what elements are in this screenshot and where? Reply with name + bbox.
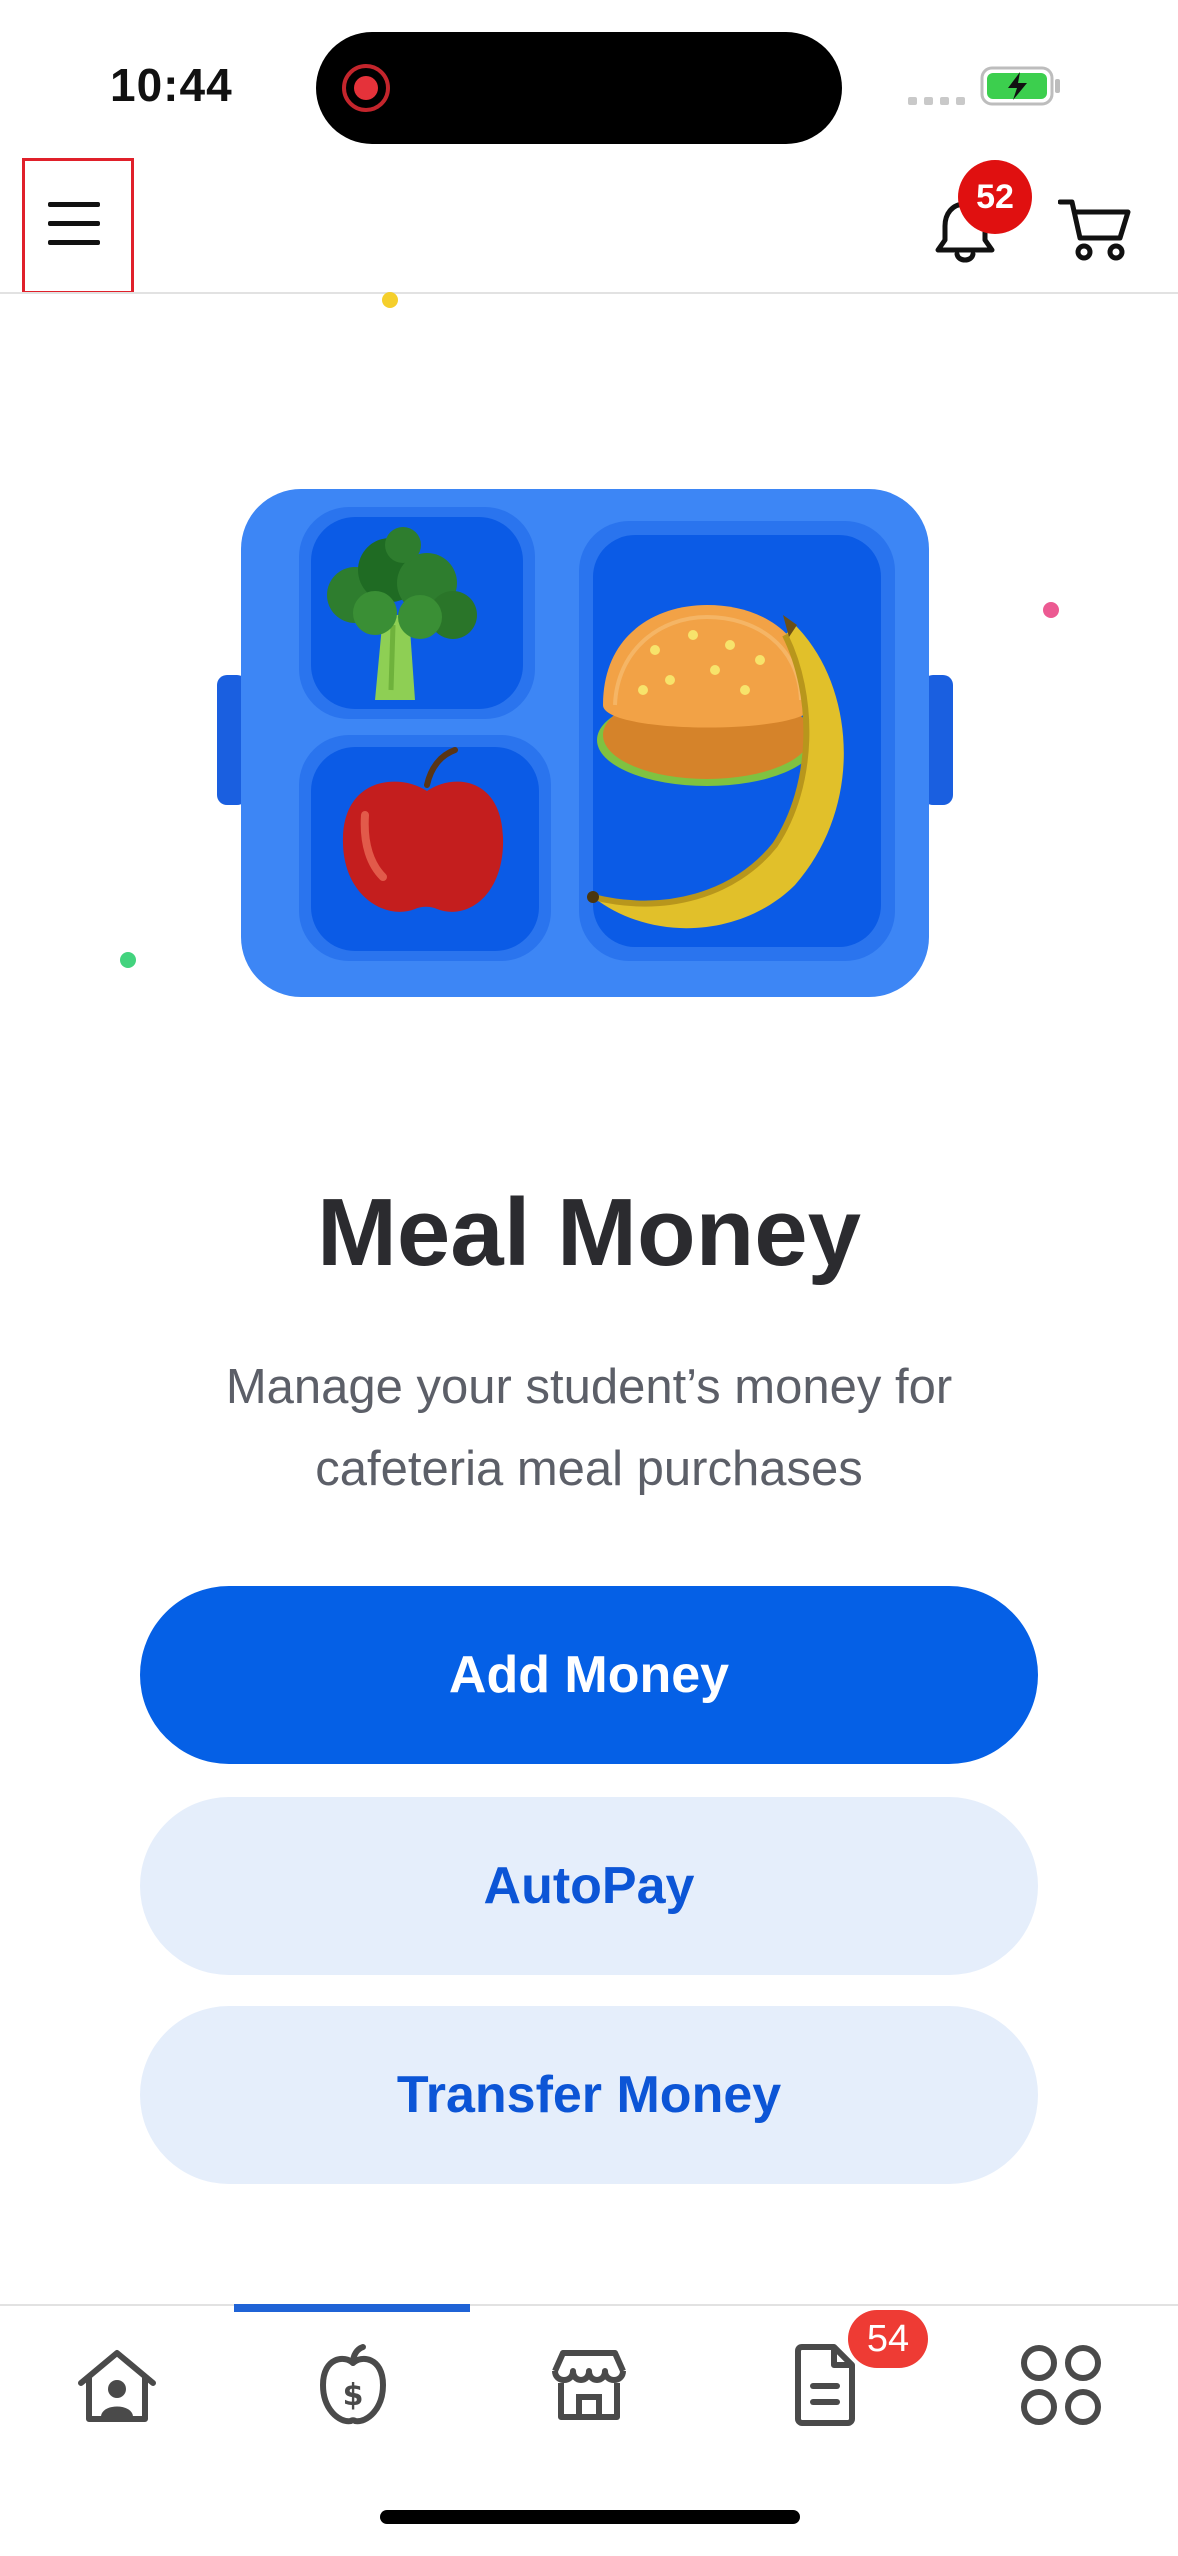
header-divider xyxy=(0,292,1178,294)
nav-item-store[interactable] xyxy=(524,2330,654,2440)
nav-item-apps[interactable] xyxy=(996,2330,1126,2440)
transfer-money-button[interactable]: Transfer Money xyxy=(140,2006,1038,2184)
documents-count-badge: 54 xyxy=(848,2310,928,2368)
shopping-cart-icon[interactable] xyxy=(1058,194,1132,264)
apple-money-icon: $ xyxy=(320,2344,386,2425)
status-time: 10:44 xyxy=(110,59,233,111)
decorative-dot xyxy=(120,952,136,968)
notification-count-badge: 52 xyxy=(958,160,1032,234)
bottom-nav-divider xyxy=(0,2304,1178,2306)
signal-icon xyxy=(908,97,965,105)
apps-grid-icon xyxy=(1021,2345,1101,2425)
subtitle-line-1: Manage your student’s money for xyxy=(225,1360,953,1414)
battery-charging-icon xyxy=(980,66,1060,106)
home-icon xyxy=(78,2350,156,2422)
decorative-dot xyxy=(1043,602,1059,618)
lunch-tray-illustration xyxy=(217,489,953,997)
page-title: Meal Money xyxy=(316,1179,862,1286)
subtitle-line-2: cafeteria meal purchases xyxy=(315,1442,863,1496)
nav-item-home[interactable] xyxy=(52,2330,182,2440)
active-tab-indicator xyxy=(234,2304,470,2312)
home-indicator[interactable] xyxy=(380,2510,800,2524)
nav-item-meal-money[interactable]: $ xyxy=(288,2330,418,2440)
dynamic-island xyxy=(316,32,842,144)
hamburger-menu-icon[interactable] xyxy=(44,198,104,250)
page-subtitle: Manage your student’s money for cafeteri… xyxy=(150,1346,1028,1510)
decorative-dot xyxy=(382,292,398,308)
autopay-button[interactable]: AutoPay xyxy=(140,1797,1038,1975)
screen-recording-icon xyxy=(342,64,390,112)
store-icon xyxy=(552,2350,626,2420)
document-icon xyxy=(795,2344,855,2426)
svg-text:$: $ xyxy=(343,2378,364,2413)
add-money-button[interactable]: Add Money xyxy=(140,1586,1038,1764)
